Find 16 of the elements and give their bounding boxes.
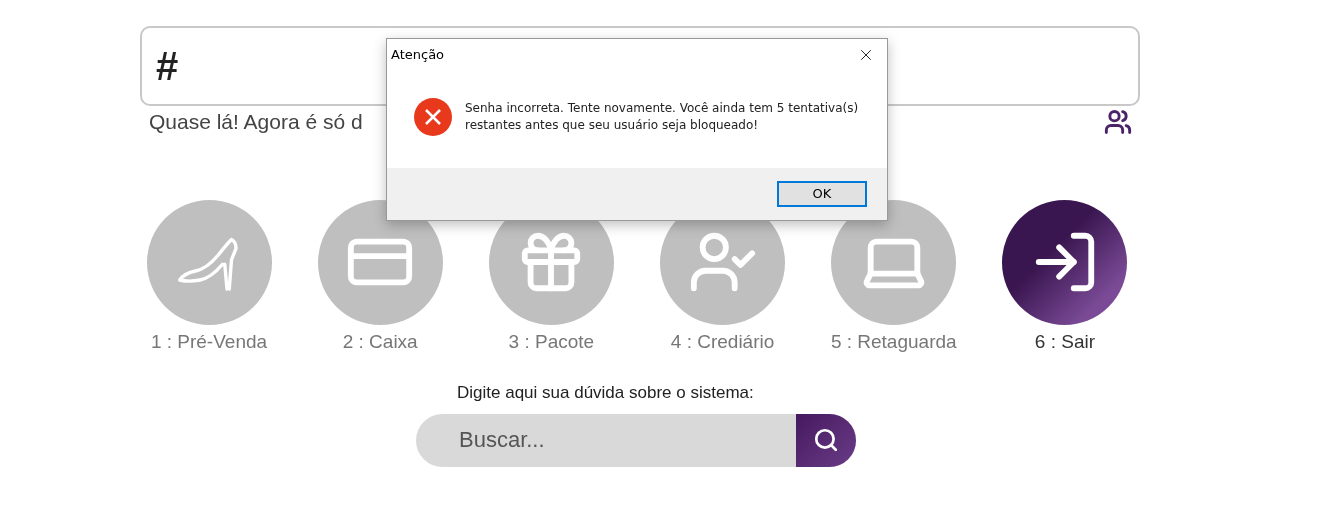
module-label: 2 : Caixa [342,329,418,354]
dialog-title: Atenção [391,46,445,65]
search-icon [813,427,839,453]
module-label: 4 : Crediário [670,329,775,354]
help-label: Digite aqui sua dúvida sobre o sistema: [457,382,755,404]
ok-button[interactable]: OK [777,181,867,207]
module-label: 3 : Pacote [508,329,595,354]
field-value: # [156,43,179,90]
error-icon [414,97,452,136]
module-label: 5 : Retaguarda [830,329,957,354]
module-label: 6 : Sair [1034,329,1096,354]
search-button[interactable] [796,413,856,467]
hint-text: Quase lá! Agora é só d [149,109,363,135]
dialog-message: Senha incorreta. Tente novamente. Você ainda tem 5 tentativa(s) restantes antes que seu usuário seja bloqueado! [465,99,860,134]
module-label: 1 : Pré-Venda [150,329,268,354]
users-icon[interactable] [1104,107,1132,136]
